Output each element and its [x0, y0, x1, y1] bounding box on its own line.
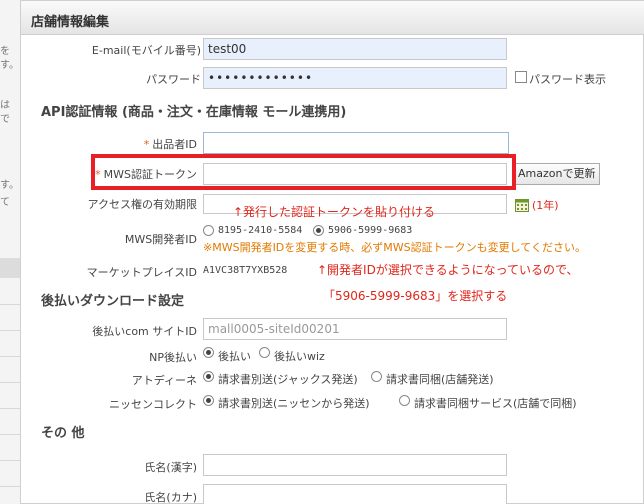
dialog-content: E-mail(モバイル番号) test00 パスワード ••••••••••••… — [33, 35, 644, 504]
background-text: は — [0, 100, 10, 111]
dialog-header[interactable]: 店舗情報編集 — [21, 1, 644, 35]
seller-id-label-text: 出品者ID — [152, 138, 197, 151]
atodene-radio-1[interactable] — [203, 371, 214, 382]
email-label: E-mail(モバイル番号) — [91, 44, 201, 57]
show-password-checkbox[interactable] — [515, 71, 527, 83]
developer-id-option-2: 5906-5999-9683 — [328, 225, 413, 236]
background-text: す。 — [0, 180, 19, 191]
site-id-label: 後払いcom サイトID — [92, 325, 197, 338]
background-text: で — [0, 114, 10, 125]
password-label: パスワード — [146, 73, 201, 86]
annotation-developer-line2: 「5906-5999-9683」を選択する — [323, 289, 508, 303]
dialog-title: 店舗情報編集 — [31, 15, 110, 30]
developer-id-radio-1[interactable] — [203, 225, 214, 236]
name-kana-label: 氏名(カナ) — [144, 491, 197, 504]
calendar-icon[interactable] — [515, 198, 529, 212]
background-divider — [0, 434, 20, 435]
expiry-suffix: (1年) — [532, 199, 559, 212]
background-page: を す。 は で す。 て — [0, 0, 20, 504]
seller-id-field[interactable] — [203, 132, 509, 154]
nissen-option-2: 請求書同梱サービス(店舗で同梱) — [414, 397, 577, 410]
name-kanji-field[interactable] — [203, 454, 507, 476]
name-kanji-label: 氏名(漢字) — [144, 461, 197, 474]
atodene-radio-2[interactable] — [371, 371, 382, 382]
annotation-token: ↑発行した認証トークンを貼り付ける — [233, 205, 436, 219]
expiry-label: アクセス権の有効期限 — [87, 198, 197, 211]
np-radio-1[interactable] — [203, 347, 214, 358]
email-field[interactable]: test00 — [203, 38, 507, 60]
api-section-heading: API認証情報 (商品・注文・在庫情報 モール連携用) — [41, 105, 347, 120]
nissen-label: ニッセンコレクト — [109, 398, 197, 411]
background-divider — [0, 382, 20, 383]
deferred-section-heading: 後払いダウンロード設定 — [41, 294, 185, 309]
np-option-2: 後払いwiz — [274, 350, 325, 363]
amazon-update-button[interactable]: Amazonで更新 — [513, 163, 601, 185]
atodene-label: アトディーネ — [131, 374, 197, 387]
background-divider — [0, 486, 20, 487]
name-kana-field[interactable] — [203, 484, 507, 504]
developer-id-warning: ※MWS開発者IDを変更する時、必ずMWS認証トークンも変更してください。 — [203, 241, 586, 254]
nissen-radio-2[interactable] — [399, 395, 410, 406]
background-divider — [0, 304, 20, 305]
background-text: て — [0, 197, 10, 208]
background-divider — [0, 330, 20, 331]
highlight-box — [91, 154, 516, 190]
developer-id-option-1: 8195-2410-5584 — [218, 225, 303, 236]
nissen-option-1: 請求書別送(ニッセンから発送) — [218, 397, 370, 410]
background-text: す。 — [0, 60, 19, 71]
background-divider — [0, 408, 20, 409]
atodene-option-2: 請求書同梱(店舗発送) — [386, 373, 494, 386]
background-text: を — [0, 46, 10, 57]
background-table-header — [0, 258, 20, 278]
store-info-dialog: 店舗情報編集 E-mail(モバイル番号) test00 パスワード •••••… — [20, 0, 644, 504]
marketplace-label: マーケットプレイスID — [86, 266, 197, 279]
other-section-heading: その 他 — [41, 426, 85, 441]
background-divider — [0, 356, 20, 357]
site-id-field[interactable]: mall0005-siteId00201 — [203, 318, 507, 340]
np-option-1: 後払い — [218, 350, 251, 363]
np-label: NP後払い — [149, 351, 197, 364]
developer-id-label: MWS開発者ID — [124, 233, 197, 246]
developer-id-radio-2[interactable] — [313, 225, 324, 236]
marketplace-value: A1VC38T7YXB528 — [203, 265, 288, 276]
annotation-developer-line1: ↑開発者IDが選択できるようになっているので、 — [317, 263, 579, 277]
background-divider — [0, 460, 20, 461]
show-password-label: パスワード表示 — [529, 73, 606, 86]
password-field[interactable]: ••••••••••••• — [203, 67, 507, 89]
nissen-radio-1[interactable] — [203, 395, 214, 406]
required-mark: * — [143, 138, 150, 151]
seller-id-label: * 出品者ID — [33, 136, 197, 152]
np-radio-2[interactable] — [259, 347, 270, 358]
atodene-option-1: 請求書別送(ジャックス発送) — [218, 373, 358, 386]
